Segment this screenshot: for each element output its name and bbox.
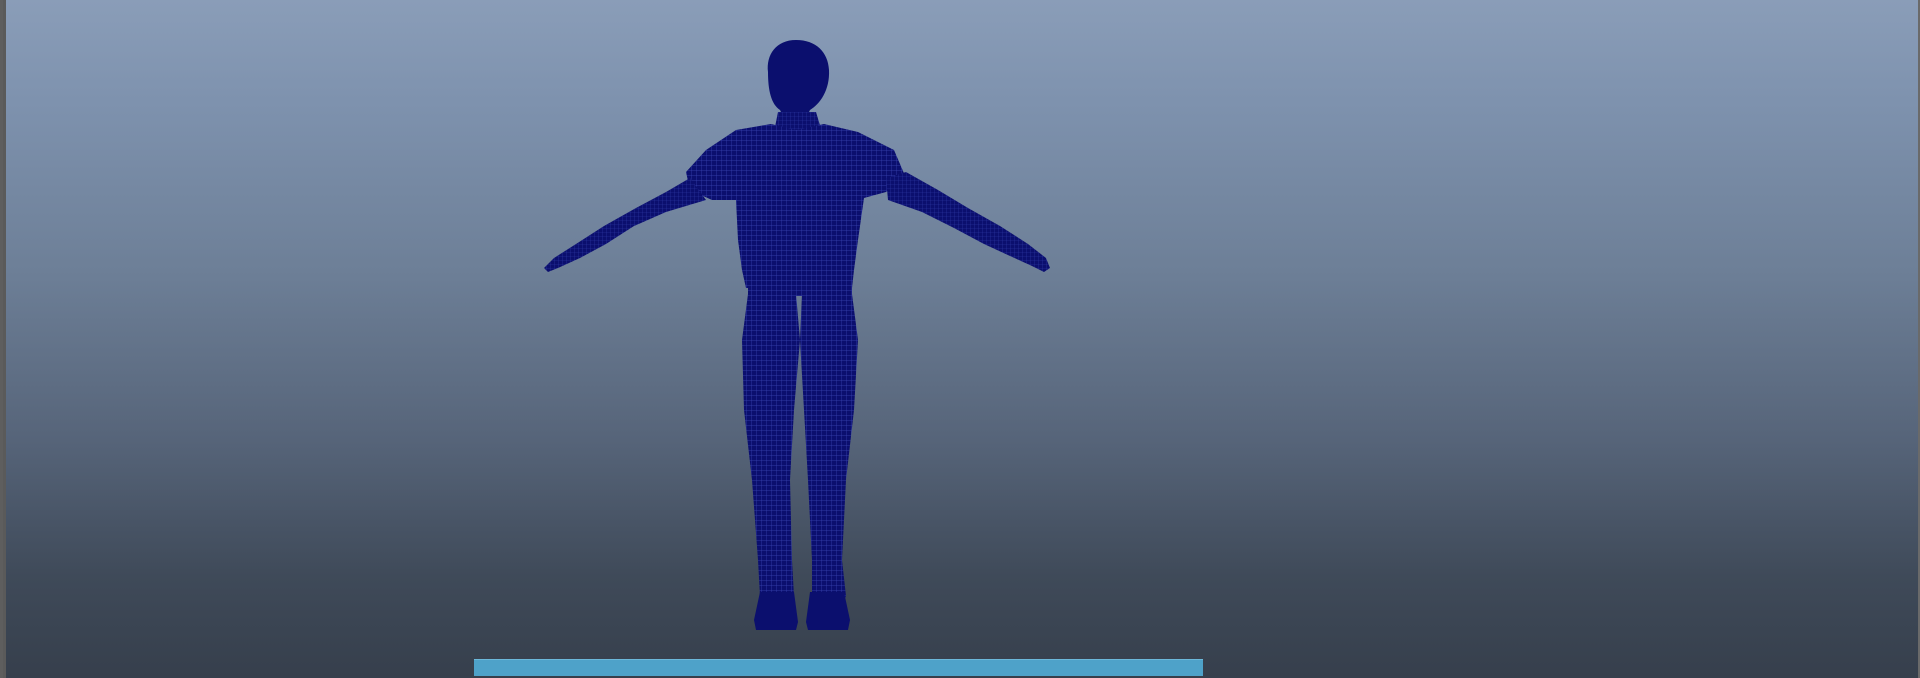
right-shoe-mesh [806, 592, 850, 630]
torso-mesh [686, 124, 906, 288]
left-leg-mesh [742, 294, 800, 612]
timeline-progress-bar[interactable] [474, 659, 1203, 676]
3d-viewport[interactable] [6, 0, 1920, 678]
viewport-frame [0, 0, 1920, 678]
right-arm-mesh [886, 172, 1050, 272]
right-leg-mesh [800, 294, 858, 612]
character-wireframe-mesh[interactable] [6, 0, 1920, 678]
head-mesh [767, 40, 830, 118]
left-shoe-mesh [754, 592, 798, 630]
waist-mesh [748, 280, 852, 296]
left-arm-mesh [544, 178, 706, 272]
